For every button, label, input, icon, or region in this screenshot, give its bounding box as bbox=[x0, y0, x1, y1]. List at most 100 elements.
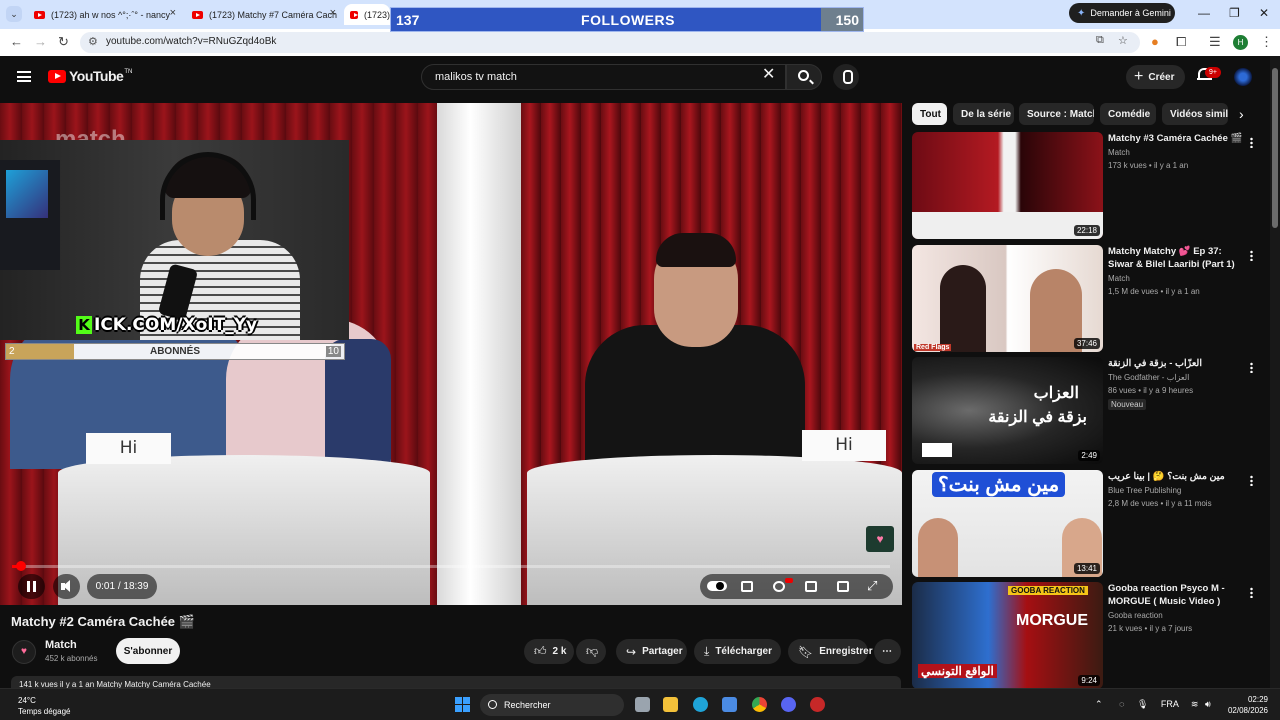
windows-start-icon[interactable] bbox=[455, 697, 470, 712]
autoplay-toggle[interactable] bbox=[707, 581, 727, 591]
voice-search-mic-icon[interactable] bbox=[833, 64, 859, 90]
channel-name[interactable]: Match bbox=[1108, 148, 1130, 157]
video-thumbnail[interactable]: 22:18 bbox=[912, 132, 1103, 239]
chip-source-match[interactable]: Source : Match bbox=[1019, 103, 1094, 125]
more-vertical-icon[interactable] bbox=[1250, 362, 1253, 373]
weather-widget[interactable]: 24°C Temps dégagé bbox=[18, 695, 70, 717]
scrubber-handle[interactable] bbox=[16, 561, 26, 571]
maximize-window-icon[interactable]: ❐ bbox=[1229, 6, 1240, 20]
miniplayer-icon[interactable] bbox=[805, 581, 817, 592]
ask-gemini-button[interactable]: ✦ Demander à Gemini bbox=[1069, 3, 1175, 23]
fullscreen-icon[interactable]: ⤢ bbox=[867, 578, 877, 594]
channel-name[interactable]: The Godfather - العزاب bbox=[1108, 373, 1189, 382]
share-label: Partager bbox=[642, 646, 683, 657]
video-thumbnail[interactable]: مين مش بنت؟ 13:41 bbox=[912, 470, 1103, 577]
file-explorer-icon[interactable] bbox=[663, 697, 678, 712]
reload-icon[interactable]: ↻ bbox=[58, 34, 69, 50]
recommended-video[interactable]: 22:18 Matchy #3 Caméra Cachée 🎬 Match 17… bbox=[912, 132, 1257, 240]
discord-icon[interactable] bbox=[781, 697, 796, 712]
more-vertical-icon[interactable] bbox=[1250, 250, 1253, 261]
search-button[interactable] bbox=[786, 64, 822, 90]
language-indicator[interactable]: FRA bbox=[1161, 699, 1179, 709]
clear-search-icon[interactable]: ✕ bbox=[762, 67, 775, 83]
forward-arrow-icon[interactable]: → bbox=[34, 34, 47, 49]
microsoft-store-icon[interactable] bbox=[722, 697, 737, 712]
channel-name[interactable]: Blue Tree Publishing bbox=[1108, 486, 1181, 495]
subtitles-icon[interactable] bbox=[741, 581, 753, 592]
microphone-icon[interactable]: 🎙︎ bbox=[1137, 699, 1148, 709]
recommended-video[interactable]: مين مش بنت؟ 13:41 مين مش بنت؟ 🤔 | بينا ع… bbox=[912, 470, 1257, 578]
browser-tab-1[interactable]: (1723) ah w nos ^°;·ˆ° - nancy × bbox=[28, 4, 180, 25]
extensions-puzzle-icon[interactable]: ⧠ bbox=[1176, 34, 1186, 50]
subscribe-button[interactable]: S'abonner bbox=[116, 638, 180, 664]
address-bar[interactable]: ⚙ youtube.com/watch?v=RNuGZqd4oBk ⧉ ☆ bbox=[80, 32, 1140, 53]
create-button[interactable]: + Créer bbox=[1126, 65, 1185, 89]
search-input[interactable]: malikos tv match bbox=[421, 64, 786, 90]
tab-search-dropdown[interactable]: ⌄ bbox=[6, 6, 22, 22]
download-button[interactable]: ⤓ Télécharger bbox=[694, 639, 781, 664]
account-avatar[interactable] bbox=[1234, 68, 1252, 86]
minimize-window-icon[interactable]: — bbox=[1198, 6, 1210, 20]
recommended-video[interactable]: GOOBA REACTION MORGUE الواقع التونسي 9:2… bbox=[912, 582, 1257, 690]
more-vertical-icon[interactable] bbox=[1250, 475, 1253, 486]
kick-logo-icon: K bbox=[76, 316, 92, 334]
browser-tab-2[interactable]: (1723) Matchy #7 Caméra Cach × bbox=[186, 4, 340, 25]
edge-browser-icon[interactable] bbox=[693, 697, 708, 712]
task-view-icon[interactable] bbox=[635, 697, 650, 712]
video-description[interactable]: 141 k vues il y a 1 an Matchy Matchy Cam… bbox=[11, 676, 901, 688]
system-tray[interactable]: ⌃ ◌ 🎙︎ FRA ≋ 🔊︎ bbox=[1095, 699, 1211, 710]
recommended-video[interactable]: Red Flags 37:46 Matchy Matchy 💕 Ep 37: S… bbox=[912, 245, 1257, 353]
volume-icon[interactable] bbox=[53, 574, 80, 599]
bookmark-star-icon[interactable]: ☆ bbox=[1118, 34, 1128, 47]
more-vertical-icon[interactable] bbox=[1250, 137, 1253, 148]
chip-de-la-serie[interactable]: De la série bbox=[953, 103, 1014, 125]
install-app-icon[interactable]: ⧉ bbox=[1096, 34, 1104, 47]
more-vertical-icon[interactable] bbox=[1250, 587, 1253, 598]
browser-tab-active[interactable]: (1723) bbox=[344, 4, 390, 25]
kick-channel-label: K ICK.COM/XoIT_Yy bbox=[70, 314, 263, 336]
back-arrow-icon[interactable]: ← bbox=[10, 34, 23, 49]
settings-gear-icon[interactable] bbox=[773, 581, 785, 592]
dislike-button[interactable]: 👎︎ bbox=[576, 639, 606, 664]
share-button[interactable]: ↪ Partager bbox=[616, 639, 687, 664]
close-window-icon[interactable]: ✕ bbox=[1259, 6, 1269, 20]
close-tab-icon[interactable]: × bbox=[330, 7, 336, 19]
channel-name[interactable]: Gooba reaction bbox=[1108, 611, 1163, 620]
close-tab-icon[interactable]: × bbox=[170, 7, 176, 19]
channel-name[interactable]: Match bbox=[1108, 274, 1130, 283]
chip-tout[interactable]: Tout bbox=[912, 103, 947, 125]
scrollbar-thumb[interactable] bbox=[1272, 68, 1278, 228]
app-icon[interactable] bbox=[810, 697, 825, 712]
chip-comedie[interactable]: Comédie bbox=[1100, 103, 1156, 125]
cast-icon[interactable] bbox=[837, 581, 849, 592]
hamburger-menu-icon[interactable] bbox=[17, 71, 31, 82]
chevron-right-icon[interactable]: › bbox=[1239, 106, 1244, 122]
browser-profile-avatar[interactable]: H bbox=[1233, 35, 1248, 50]
more-actions-button[interactable]: ⋯ bbox=[874, 639, 901, 664]
taskbar-clock[interactable]: 02:29 02/08/2026 bbox=[1222, 694, 1268, 716]
video-progress-bar[interactable] bbox=[12, 565, 890, 568]
video-thumbnail[interactable]: Red Flags 37:46 bbox=[912, 245, 1103, 352]
site-info-icon[interactable]: ⚙ bbox=[88, 35, 98, 48]
reading-list-icon[interactable]: ☰ bbox=[1209, 34, 1221, 50]
extension-icon[interactable]: ● bbox=[1151, 34, 1159, 49]
channel-name[interactable]: Match bbox=[45, 639, 77, 651]
video-thumbnail[interactable]: العزاب بزقة في الزنقة 2:49 bbox=[912, 357, 1103, 464]
youtube-logo[interactable]: YouTube TN bbox=[48, 68, 132, 84]
volume-icon[interactable]: 🔊︎ bbox=[1205, 699, 1211, 709]
gemini-sparkle-icon: ✦ bbox=[1077, 7, 1086, 19]
channel-watermark-icon[interactable]: ♥ bbox=[866, 526, 894, 552]
network-icon[interactable]: ◌ bbox=[1119, 699, 1124, 709]
like-button[interactable]: 👍︎ 2 k bbox=[524, 639, 574, 664]
taskbar-search[interactable]: Rechercher bbox=[480, 694, 624, 716]
wifi-icon[interactable]: ≋ bbox=[1191, 699, 1199, 709]
chrome-menu-icon[interactable]: ⋮ bbox=[1260, 34, 1273, 50]
pause-button[interactable] bbox=[18, 574, 45, 599]
chrome-browser-icon[interactable] bbox=[752, 697, 767, 712]
recommended-video[interactable]: العزاب بزقة في الزنقة 2:49 العزّاب - بزق… bbox=[912, 357, 1257, 465]
save-button[interactable]: 🔖︎ Enregistrer bbox=[788, 639, 873, 664]
channel-avatar[interactable]: ♥ bbox=[12, 640, 36, 664]
video-thumbnail[interactable]: GOOBA REACTION MORGUE الواقع التونسي 9:2… bbox=[912, 582, 1103, 689]
chip-videos-similaires[interactable]: Vidéos simil bbox=[1162, 103, 1228, 125]
tray-chevron-up-icon[interactable]: ⌃ bbox=[1095, 699, 1103, 709]
